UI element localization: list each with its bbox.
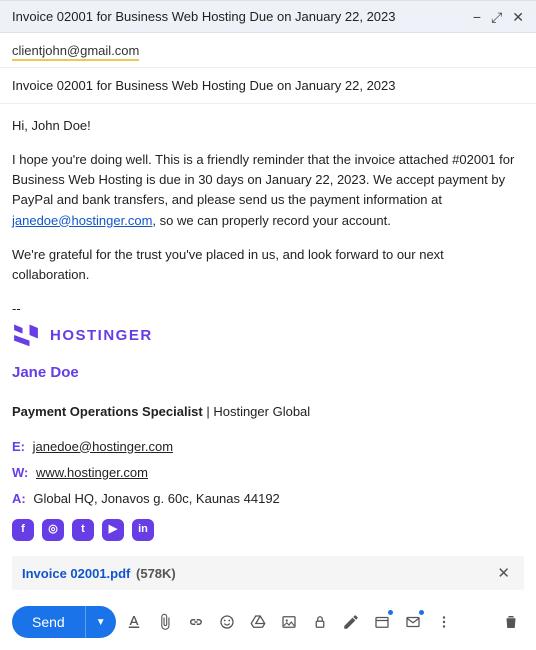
signature-email-line: E: janedoe@hostinger.com <box>12 437 524 457</box>
social-row: f ◎ t ▶ in <box>12 519 524 541</box>
send-group: Send ▼ <box>12 606 116 638</box>
insert-link-icon[interactable] <box>183 609 209 635</box>
recipient-chip[interactable]: clientjohn@gmail.com <box>12 43 139 61</box>
hostinger-logo-icon <box>12 323 40 347</box>
twitter-icon[interactable]: t <box>72 519 94 541</box>
signature-title: Payment Operations Specialist | Hostinge… <box>12 402 524 422</box>
insert-signature-icon[interactable] <box>338 609 364 635</box>
header-title: Invoice 02001 for Business Web Hosting D… <box>12 9 396 24</box>
paragraph-1: I hope you're doing well. This is a frie… <box>12 150 524 231</box>
signature-address-line: A: Global HQ, Jonavos g. 60c, Kaunas 441… <box>12 489 524 509</box>
facebook-icon[interactable]: f <box>12 519 34 541</box>
signature-name: Jane Doe <box>12 361 524 384</box>
greeting: Hi, John Doe! <box>12 116 524 136</box>
signature-web-link[interactable]: www.hostinger.com <box>36 465 148 480</box>
signature-email-link[interactable]: janedoe@hostinger.com <box>33 439 173 454</box>
more-options-icon[interactable] <box>431 609 457 635</box>
insert-image-icon[interactable] <box>276 609 302 635</box>
linkedin-icon[interactable]: in <box>132 519 154 541</box>
recipients-row[interactable]: clientjohn@gmail.com <box>0 33 536 68</box>
signature-separator: -- <box>12 299 524 319</box>
compose-header: Invoice 02001 for Business Web Hosting D… <box>0 1 536 33</box>
sender-email-link[interactable]: janedoe@hostinger.com <box>12 213 152 228</box>
attachment-remove-icon[interactable]: ✕ <box>493 564 514 582</box>
subject-row[interactable]: Invoice 02001 for Business Web Hosting D… <box>0 68 536 104</box>
expand-icon[interactable]: ⤢ <box>491 10 502 24</box>
youtube-icon[interactable]: ▶ <box>102 519 124 541</box>
signature-web-line: W: www.hostinger.com <box>12 463 524 483</box>
format-text-icon[interactable] <box>121 609 147 635</box>
close-icon[interactable]: ✕ <box>512 10 524 24</box>
attachment-name: Invoice 02001.pdf <box>22 566 130 581</box>
attachment-size: (578K) <box>136 566 176 581</box>
send-more-button[interactable]: ▼ <box>85 606 116 638</box>
compose-toolbar: Send ▼ <box>0 596 536 650</box>
paragraph-2: We're grateful for the trust you've plac… <box>12 245 524 285</box>
instagram-icon[interactable]: ◎ <box>42 519 64 541</box>
confidential-mode-icon[interactable] <box>307 609 333 635</box>
insert-emoji-icon[interactable] <box>214 609 240 635</box>
brand-name: HOSTINGER <box>50 324 153 347</box>
labels-icon[interactable] <box>400 609 426 635</box>
minimize-icon[interactable]: − <box>473 10 481 24</box>
window-controls: − ⤢ ✕ <box>473 10 524 24</box>
signature-logo: HOSTINGER <box>12 323 524 347</box>
message-body[interactable]: Hi, John Doe! I hope you're doing well. … <box>0 104 536 550</box>
insert-drive-icon[interactable] <box>245 609 271 635</box>
attachment-chip[interactable]: Invoice 02001.pdf (578K) ✕ <box>12 556 524 590</box>
attach-file-icon[interactable] <box>152 609 178 635</box>
send-button[interactable]: Send <box>12 606 85 638</box>
compose-window: Invoice 02001 for Business Web Hosting D… <box>0 0 536 650</box>
schedule-send-icon[interactable] <box>369 609 395 635</box>
discard-draft-icon[interactable] <box>498 609 524 635</box>
